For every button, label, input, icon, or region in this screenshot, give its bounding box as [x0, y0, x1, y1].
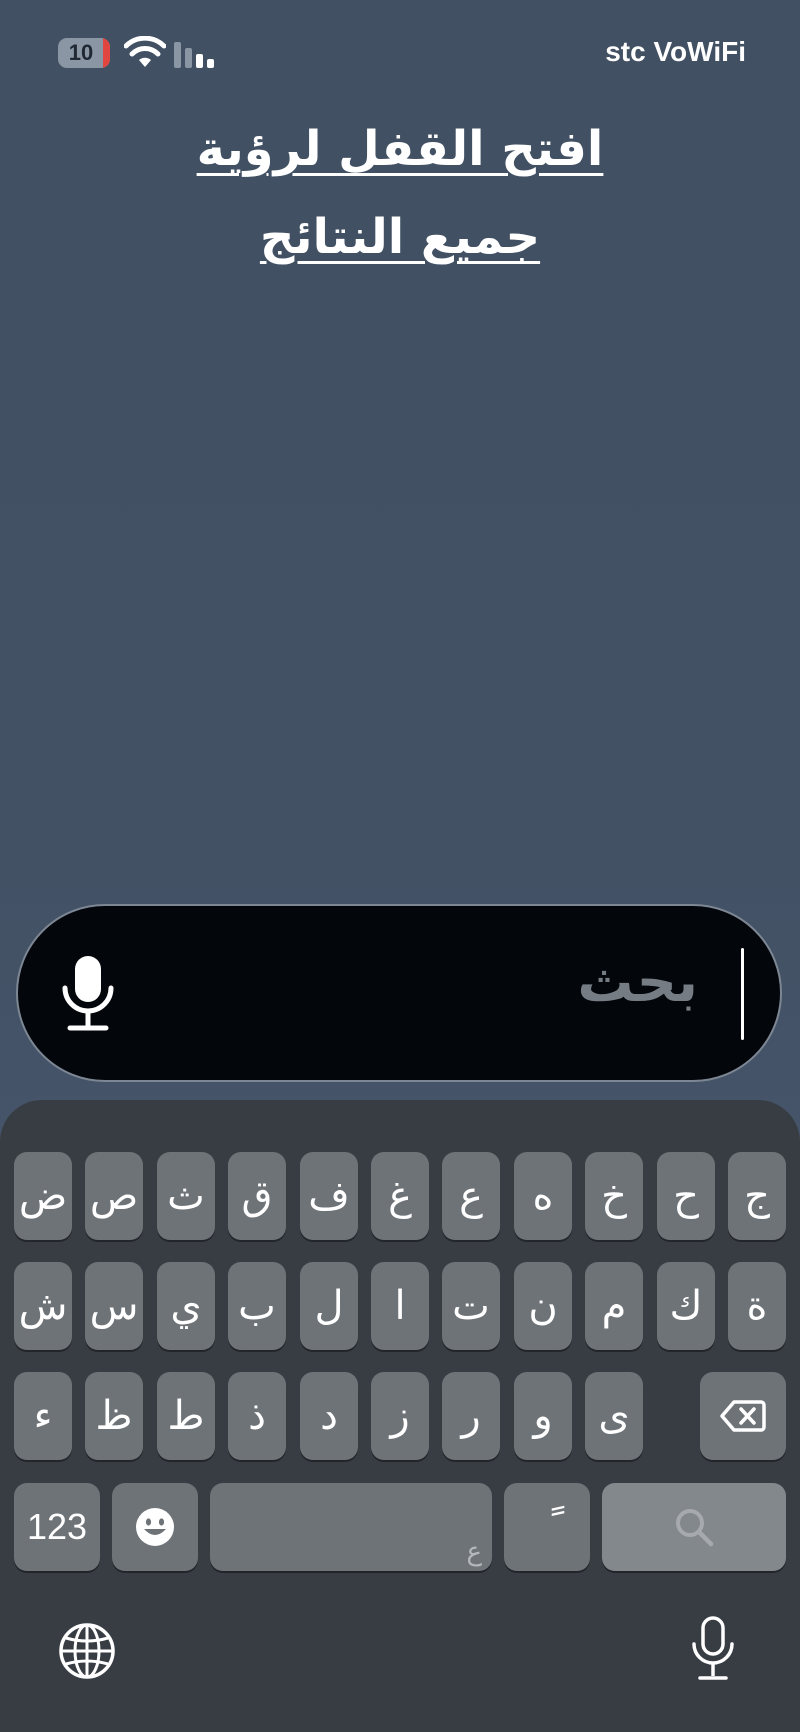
- search-placeholder: بحث: [577, 950, 698, 1015]
- delete-key[interactable]: [700, 1372, 786, 1460]
- key[interactable]: ع: [442, 1152, 500, 1240]
- key[interactable]: ث: [157, 1152, 215, 1240]
- key[interactable]: ر: [442, 1372, 500, 1460]
- key[interactable]: ض: [14, 1152, 72, 1240]
- cellular-signal-icon: [174, 42, 214, 68]
- space-key[interactable]: ع: [210, 1483, 492, 1571]
- key[interactable]: ج: [728, 1152, 786, 1240]
- key[interactable]: د: [300, 1372, 358, 1460]
- key[interactable]: ك: [657, 1262, 715, 1350]
- search-field[interactable]: بحث: [16, 904, 782, 1082]
- key[interactable]: س: [85, 1262, 143, 1350]
- diacritic-key[interactable]: ً: [504, 1483, 590, 1571]
- key[interactable]: ت: [442, 1262, 500, 1350]
- key[interactable]: ة: [728, 1262, 786, 1350]
- key[interactable]: ن: [514, 1262, 572, 1350]
- key[interactable]: ذ: [228, 1372, 286, 1460]
- key[interactable]: ظ: [85, 1372, 143, 1460]
- key[interactable]: ش: [14, 1262, 72, 1350]
- key[interactable]: م: [585, 1262, 643, 1350]
- keyboard: ض ص ث ق ف غ ع ه خ ح ج ش س ي ب ل ا ت ن م …: [0, 1100, 800, 1732]
- dictation-microphone-icon[interactable]: [690, 1616, 736, 1682]
- status-bar: 10 stc VoWiFi: [0, 0, 800, 110]
- emoji-key[interactable]: [112, 1483, 198, 1571]
- key[interactable]: ب: [228, 1262, 286, 1350]
- key[interactable]: ه: [514, 1152, 572, 1240]
- unlock-message[interactable]: افتح القفل لرؤية جميع النتائج: [0, 105, 800, 281]
- key[interactable]: ز: [371, 1372, 429, 1460]
- key[interactable]: ق: [228, 1152, 286, 1240]
- key[interactable]: ف: [300, 1152, 358, 1240]
- wifi-icon: [124, 36, 166, 67]
- microphone-icon[interactable]: [60, 954, 116, 1034]
- battery-level: 10: [68, 40, 94, 65]
- space-key-hint: ع: [466, 1537, 482, 1567]
- key[interactable]: خ: [585, 1152, 643, 1240]
- carrier-label: stc VoWiFi: [605, 36, 746, 67]
- key[interactable]: ل: [300, 1262, 358, 1350]
- key[interactable]: و: [514, 1372, 572, 1460]
- text-cursor: [741, 948, 744, 1040]
- emoji-icon: [136, 1508, 174, 1546]
- key[interactable]: ى: [585, 1372, 643, 1460]
- key[interactable]: ح: [657, 1152, 715, 1240]
- key[interactable]: ي: [157, 1262, 215, 1350]
- search-key[interactable]: [602, 1483, 786, 1571]
- numbers-key[interactable]: 123: [14, 1483, 100, 1571]
- unlock-message-line-2: جميع النتائج: [259, 209, 541, 265]
- key[interactable]: ص: [85, 1152, 143, 1240]
- battery-icon: 10: [58, 38, 110, 68]
- delete-icon: [720, 1400, 766, 1432]
- unlock-message-line-1: افتح القفل لرؤية: [196, 121, 604, 177]
- key[interactable]: ا: [371, 1262, 429, 1350]
- key[interactable]: ط: [157, 1372, 215, 1460]
- key[interactable]: ء: [14, 1372, 72, 1460]
- search-icon: [676, 1509, 714, 1547]
- key[interactable]: غ: [371, 1152, 429, 1240]
- globe-icon[interactable]: [58, 1622, 116, 1680]
